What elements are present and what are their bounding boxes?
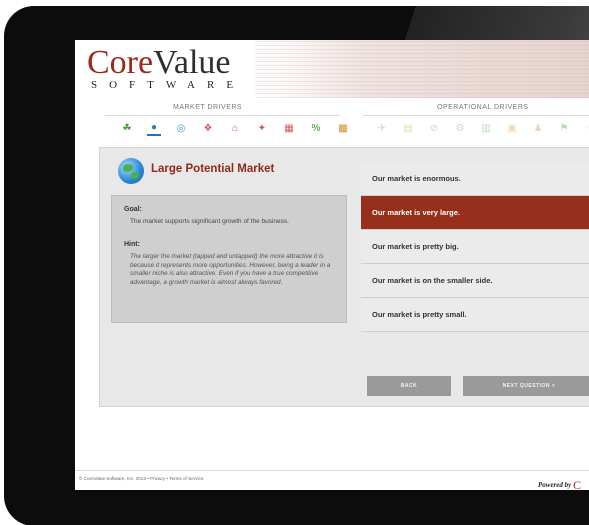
- goal-heading: Goal:: [124, 206, 142, 213]
- powered-by-text: Powered by: [538, 481, 573, 489]
- info-box: Goal: The market supports significant gr…: [111, 195, 347, 323]
- answer-option[interactable]: Our market is on the smaller side.: [361, 264, 589, 298]
- copyright-text: © CoreValue Software, Inc. 2013 •: [79, 476, 151, 481]
- privacy-link[interactable]: Privacy: [150, 476, 165, 481]
- answer-label: Our market is pretty big.: [372, 242, 459, 251]
- answer-label: Our market is very large.: [372, 208, 460, 217]
- content-layer: Large Potential Market Goal: The market …: [75, 40, 589, 490]
- back-button[interactable]: BACK: [367, 376, 451, 396]
- answer-option[interactable]: Our market is pretty big.: [361, 230, 589, 264]
- powered-by-logo-mark: C: [573, 478, 582, 490]
- answer-option[interactable]: Our market is pretty small.: [361, 298, 589, 332]
- hint-text: The larger the market (tapped and untapp…: [130, 253, 331, 286]
- answer-option[interactable]: Our market is very large.: [361, 196, 589, 230]
- hint-heading: Hint:: [124, 241, 140, 248]
- globe-icon: [118, 158, 144, 184]
- terms-link[interactable]: Terms of Service: [169, 476, 203, 481]
- footer-copyright: © CoreValue Software, Inc. 2013 • Privac…: [79, 476, 203, 481]
- answer-label: Our market is enormous.: [372, 174, 461, 183]
- question-title: Large Potential Market: [151, 163, 275, 175]
- answer-option[interactable]: Our market is enormous.: [361, 162, 589, 196]
- answer-label: Our market is pretty small.: [372, 310, 467, 319]
- powered-by: Powered by C: [538, 476, 581, 490]
- footer-divider: [75, 470, 589, 471]
- goal-text: The market supports significant growth o…: [130, 218, 289, 225]
- next-question-button[interactable]: NEXT QUESTION >: [463, 376, 589, 396]
- bezel-reflection: [404, 6, 589, 42]
- answer-label: Our market is on the smaller side.: [372, 276, 493, 285]
